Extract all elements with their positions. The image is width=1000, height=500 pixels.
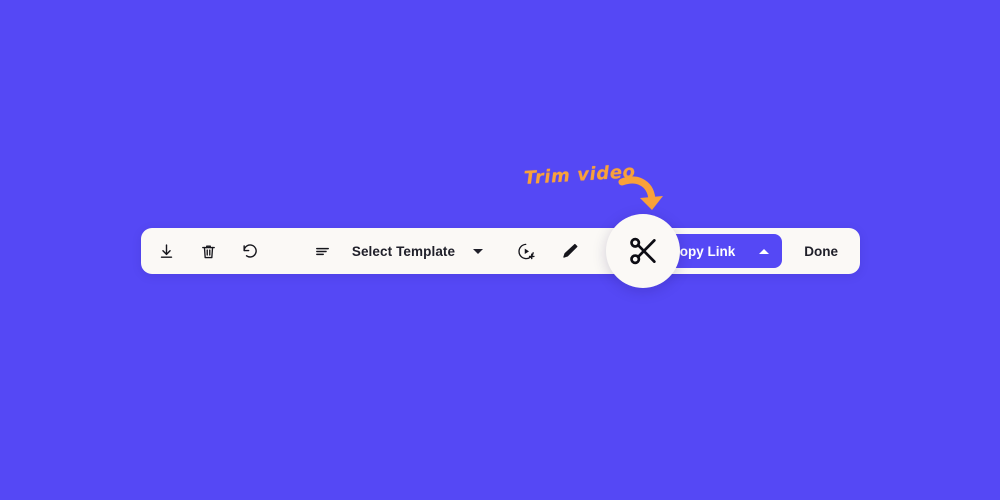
delete-button[interactable] (193, 236, 223, 266)
list-menu-button[interactable] (308, 236, 338, 266)
download-button[interactable] (151, 236, 181, 266)
toolbar-left-group (141, 236, 265, 266)
scissors-icon (626, 234, 660, 268)
screen-canvas: Trim video Select Template Copy Link Don… (0, 0, 1000, 500)
done-button[interactable]: Done (782, 234, 852, 268)
trim-tool-button[interactable] (606, 214, 680, 288)
template-select[interactable]: Select Template (352, 236, 489, 266)
template-select-label: Select Template (351, 243, 456, 259)
chevron-down-icon (473, 248, 484, 254)
restore-button[interactable] (235, 236, 265, 266)
draw-button[interactable] (555, 236, 585, 266)
chevron-up-icon (759, 248, 770, 254)
editor-toolbar: Select Template Copy Link Done (141, 228, 860, 274)
curved-arrow-down-right-icon (618, 168, 670, 220)
toolbar-mid-group (511, 236, 585, 266)
add-clip-button[interactable] (511, 236, 541, 266)
